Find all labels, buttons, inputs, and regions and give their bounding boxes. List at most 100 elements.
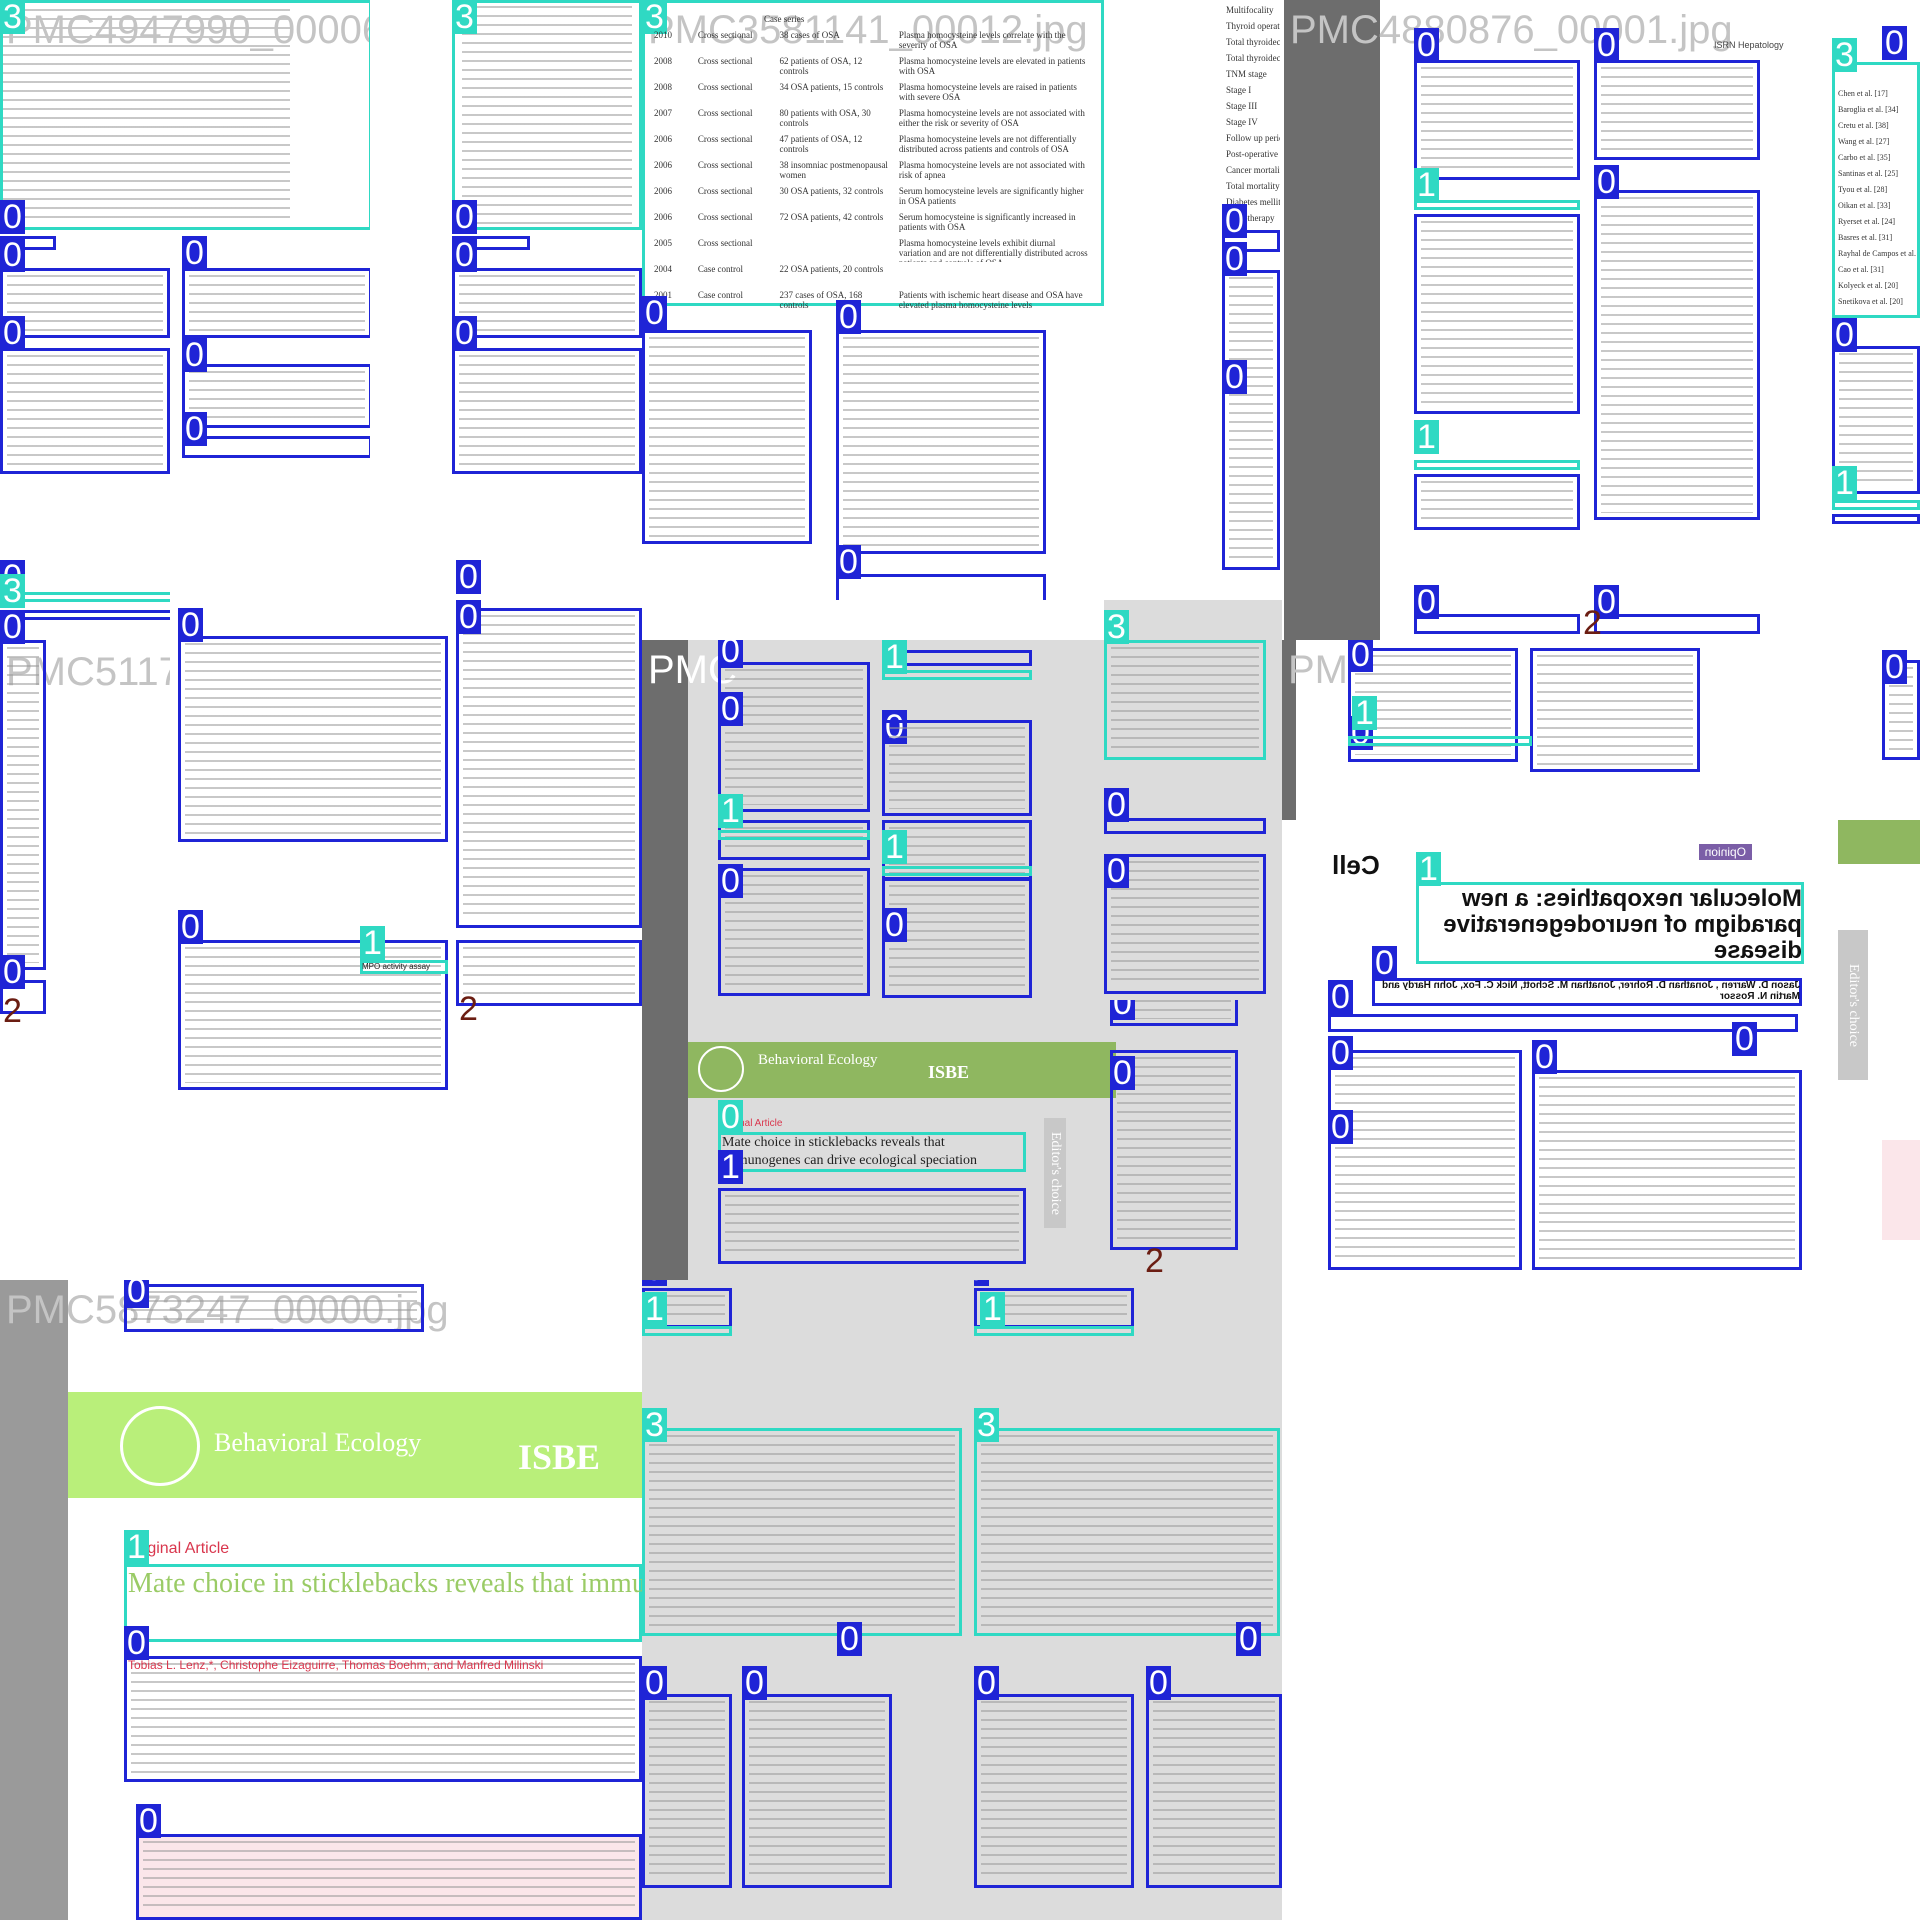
text-region: [456, 608, 642, 928]
tile-pmc4947990-copy: 3 0 0 0: [452, 0, 642, 560]
blank-area: [1282, 1280, 1920, 1920]
region-tag: 0: [974, 1666, 999, 1700]
side-label: Editor's choice: [1838, 930, 1868, 1080]
list-item: Total thyroidectomy: [1226, 53, 1280, 63]
tile-mirrored-table-a: 0 1 3 0 0 0: [642, 1280, 974, 1920]
text-region: [642, 1694, 732, 1888]
region-tag: 0: [1328, 1110, 1353, 1144]
region-tag: 0: [742, 1666, 767, 1700]
table-cell-design: Cross sectional: [697, 108, 753, 118]
region-tag: 0: [1236, 1622, 1261, 1656]
table-row: 2007 Cross sectional 80 patients with OSA,…: [654, 108, 1094, 134]
text-region: [882, 720, 1032, 816]
region-tag: 0: [182, 338, 207, 372]
table-cell-design: Cross sectional: [697, 186, 753, 196]
region-tag: 3: [452, 0, 477, 34]
region-tag: 1: [718, 1150, 743, 1184]
table-row: 2008 Cross sectional 62 patients of OSA, 1…: [654, 56, 1094, 82]
table-cell-subjects: 80 patients with OSA, 30 controls: [779, 108, 871, 128]
table-region: [974, 1428, 1280, 1636]
text-region: [0, 268, 170, 338]
text-region: [642, 330, 812, 544]
journal-logo-icon: [698, 1046, 744, 1092]
text-region: [456, 940, 642, 1006]
table-cell-subjects: 34 OSA patients, 15 controls: [779, 82, 884, 92]
region-tag: 1: [360, 926, 385, 960]
table-cell-finding: Plasma homocysteine levels exhibit diurn…: [898, 238, 1088, 262]
text-region: [1594, 60, 1760, 160]
region-tag: 0: [642, 1280, 667, 1286]
region-tag: 0: [1104, 854, 1129, 888]
table-cell-design: Cross sectional: [697, 30, 753, 40]
region-tag: 0: [718, 1100, 743, 1134]
list-item: Total mortality: [1226, 181, 1280, 191]
region-tag: 0: [1104, 788, 1129, 822]
region-tag: 1: [1832, 466, 1857, 500]
region-tag: 0: [452, 316, 477, 350]
table-row: 2006 Cross sectional 72 OSA patients, 42 c…: [654, 212, 1094, 238]
region-tag: 0: [178, 608, 203, 642]
tile-pmc4880876: PMC4880876_00001.jpg ISRN Hepatology 0 0…: [1284, 0, 1832, 640]
region-tag: 0: [718, 640, 743, 668]
article-title: Molecular nexopathies: a new paradigm of…: [1422, 885, 1802, 964]
table-row: 2006 Cross sectional 30 OSA patients, 32 c…: [654, 186, 1094, 212]
region-tag: 1: [1414, 168, 1439, 202]
journal-logo-icon: [120, 1406, 200, 1486]
list-item: Follow up period: [1226, 133, 1280, 143]
tile-mirrored-table-b: 0 1 3 0 0 0: [974, 1280, 1282, 1920]
list-item: Total thyroidectomy: [1226, 37, 1280, 47]
text-region: [1530, 648, 1700, 772]
figure-tag: 2: [459, 990, 478, 1028]
tile-pmc5117: PMC5117 0 3 0 0 2: [0, 560, 170, 1280]
text-region: [1146, 1694, 1282, 1888]
table-cell-subjects: 62 patients of OSA, 12 controls: [779, 56, 863, 76]
table-cell-year: 2006: [654, 160, 672, 170]
journal-isbe: ISBE: [518, 1437, 601, 1477]
text-region: [182, 268, 370, 338]
table-cell-subjects: 38 cases of OSA: [779, 30, 840, 40]
tile-pmc5873247: PMC5873247_00000.jpg 0 Behavioral Ecolog…: [0, 1280, 642, 1920]
opinion-badge: Opinion: [1698, 844, 1752, 860]
region-tag: 1: [980, 1292, 1005, 1326]
text-region: [1328, 1014, 1798, 1032]
table-cell-finding: Plasma homocysteine levels are raised in…: [898, 82, 1077, 102]
text-region: [1222, 270, 1280, 570]
cell-logo: Cell: [1332, 850, 1380, 880]
table-cell-subjects: 38 insomniac postmenopausal women: [779, 160, 888, 180]
text-region: [452, 268, 642, 338]
table-header: Case series: [764, 14, 805, 24]
list-item: Multifocality: [1226, 5, 1274, 15]
text-region: [1532, 1070, 1802, 1270]
region-tag: 0: [0, 200, 25, 234]
page-margin: [1284, 0, 1380, 640]
journal-org-name: Behavioral Ecology: [758, 1052, 878, 1068]
region-tag: 0: [1832, 318, 1857, 352]
tile-pmc4947990: PMC4947990_00006.jpg 3 0 0 0 0 0 0: [0, 0, 370, 560]
region-tag: 0: [1222, 242, 1247, 276]
authors: Jason D. Warren , Jonathan D. Rohrer, Jo…: [1381, 980, 1800, 1002]
list-item: Thyroid operation: [1226, 21, 1280, 31]
table-cell-year: 2007: [654, 108, 672, 118]
region-tag: 0: [178, 910, 203, 944]
region-tag: 3: [642, 1408, 667, 1442]
table-row: 2006 Cross sectional 47 patients of OSA, 1…: [654, 134, 1094, 160]
text-region: [1328, 1050, 1522, 1270]
table-cell-year: 2010: [654, 30, 672, 40]
table-cell-subjects: 47 patients of OSA, 12 controls: [779, 134, 863, 154]
region-tag: 0: [0, 955, 25, 989]
table-cell-year: 2006: [654, 186, 672, 196]
table-cell-finding: Plasma homocysteine levels correlate wit…: [898, 30, 1066, 50]
tile-sepsis-text: 0 0 1 MPO activity assay: [170, 600, 452, 1200]
table-cell-finding: Serum homocysteine is significantly incr…: [898, 212, 1076, 232]
tile-pmc3581141: PMC3581141_00012.jpg 3 Case series 2010 Cr…: [642, 0, 1222, 600]
figure-tag: 2: [1583, 604, 1602, 640]
region-tag: 0: [1594, 165, 1619, 199]
side-note: [1882, 1140, 1920, 1240]
region-tag: 0: [136, 1804, 161, 1838]
region-tag: 1: [882, 830, 907, 864]
list-item: Stage I: [1226, 85, 1252, 95]
region-tag: 0: [124, 1626, 149, 1660]
region-tag: 3: [0, 0, 25, 34]
table-cell-subjects: 72 OSA patients, 42 controls: [779, 212, 884, 222]
list-item: Post-operative: [1226, 149, 1278, 159]
